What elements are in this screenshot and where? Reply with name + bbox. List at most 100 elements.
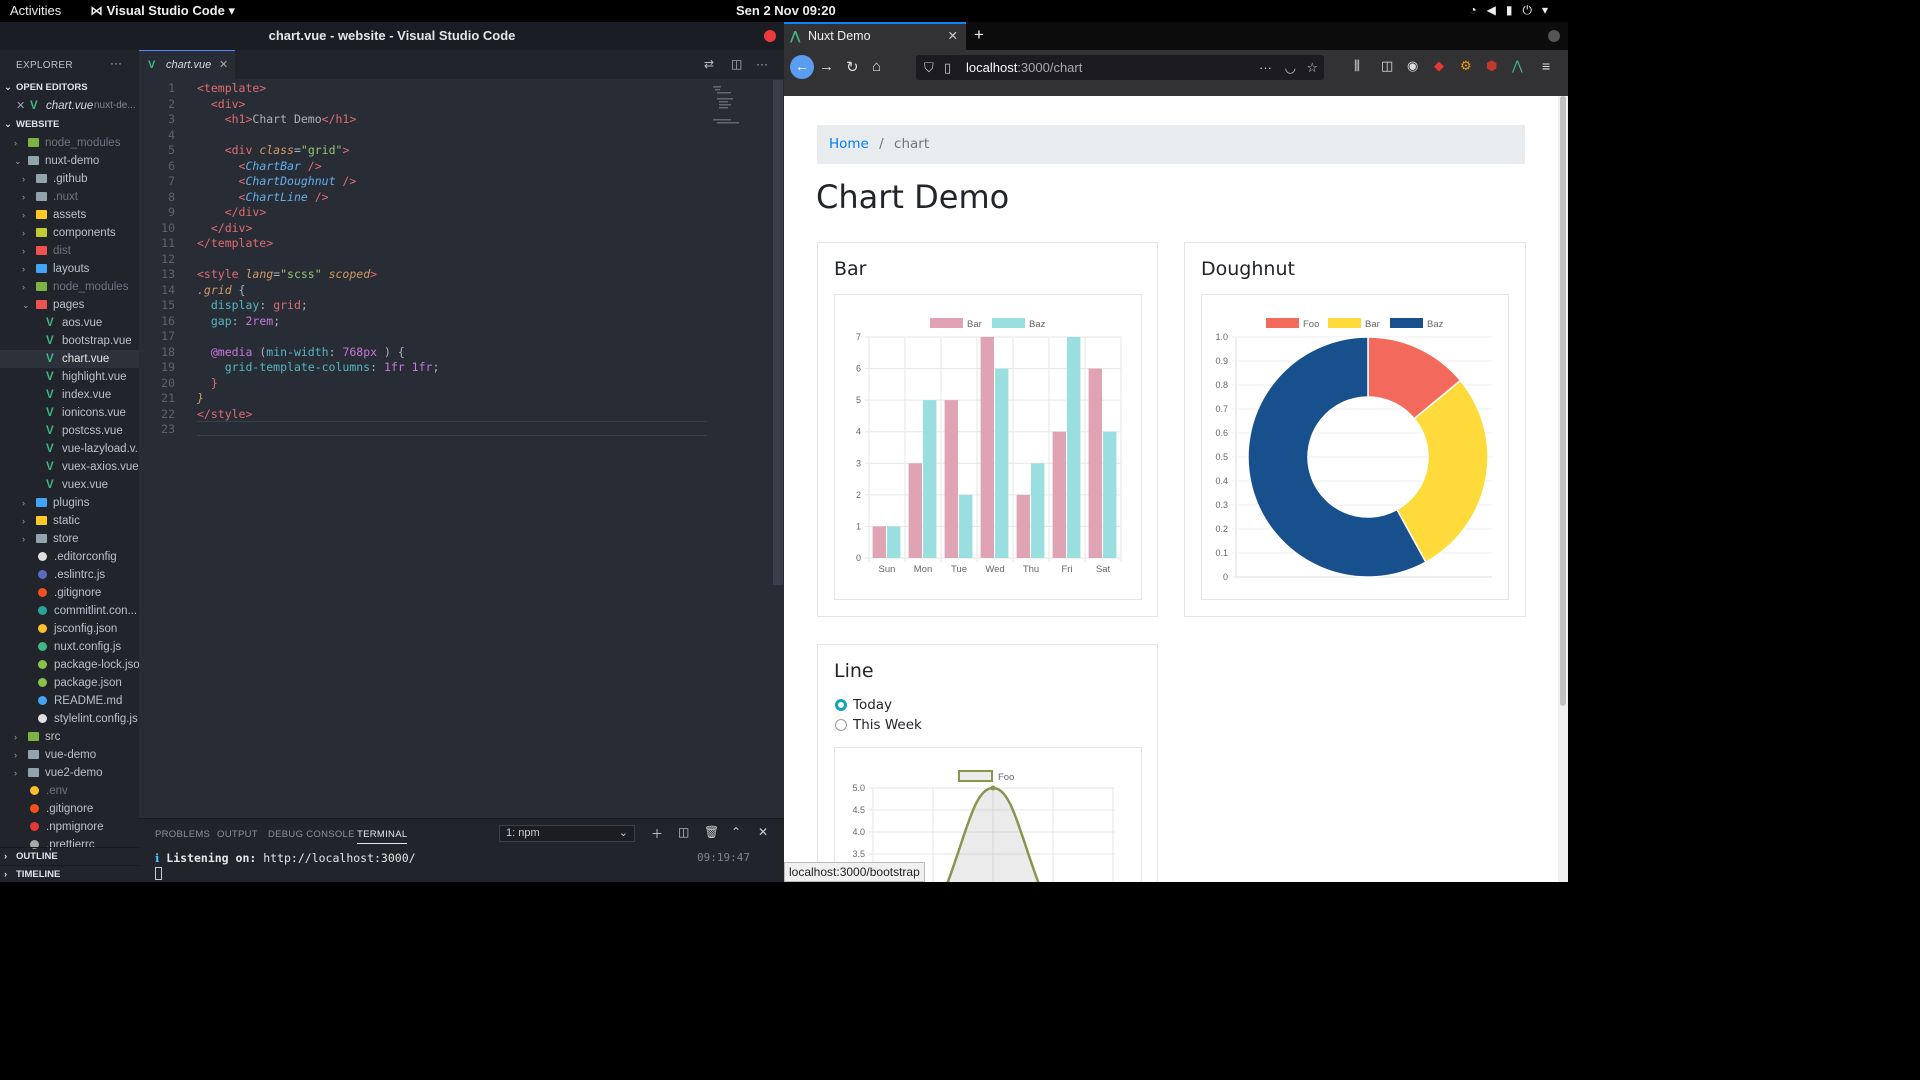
tab-problems[interactable]: PROBLEMS (155, 829, 210, 840)
website-section[interactable]: ⌄ WEBSITE (0, 116, 139, 134)
outline-section[interactable]: › OUTLINE (0, 847, 139, 865)
tree-item-vuex-axios-vue[interactable]: Vvuex-axios.vue (0, 458, 139, 476)
page-actions-icon[interactable]: ··· (1259, 55, 1272, 80)
app-menu[interactable]: ⋈ Visual Studio Code ▾ (90, 3, 235, 19)
terminal-select[interactable]: 1: npm ⌄ (499, 825, 635, 842)
shield-icon[interactable]: ⛉ (924, 55, 934, 80)
tree-item-env[interactable]: .env (0, 782, 139, 800)
radio-today[interactable]: Today (834, 697, 974, 715)
home-button[interactable]: ⌂ (872, 58, 881, 75)
tree-item-editorconfig[interactable]: .editorconfig (0, 548, 139, 566)
pocket-icon[interactable]: ◡ (1285, 55, 1296, 80)
clock[interactable]: Sen 2 Nov 09:20 (736, 3, 836, 18)
tree-item-static[interactable]: › static (0, 512, 139, 530)
close-icon[interactable]: ✕ (948, 24, 958, 49)
activities-button[interactable]: Activities (10, 3, 61, 18)
ublock-icon[interactable]: ⬢ (1486, 58, 1497, 74)
open-editors-section[interactable]: ⌄ OPEN EDITORS (0, 79, 139, 97)
trash-icon[interactable]: 🗑 (704, 825, 719, 839)
tree-item-nuxt-config-js[interactable]: nuxt.config.js (0, 638, 139, 656)
tree-item-components[interactable]: › components (0, 224, 139, 242)
timeline-section[interactable]: › TIMELINE (0, 865, 139, 882)
close-icon[interactable]: ✕ (16, 97, 25, 115)
url-bar[interactable]: ⛉ ▯ localhost:3000/chart ··· ◡ ☆ (916, 55, 1324, 80)
editor-scrollbar[interactable] (773, 80, 783, 585)
tree-item-jsconfig-json[interactable]: jsconfig.json (0, 620, 139, 638)
tab-debug-console[interactable]: DEBUG CONSOLE (268, 829, 355, 840)
tree-item-highlight-vue[interactable]: Vhighlight.vue (0, 368, 139, 386)
tab-chart-vue[interactable]: V chart.vue ✕ (139, 50, 235, 79)
tree-item-vuex-vue[interactable]: Vvuex.vue (0, 476, 139, 494)
radio-this-week[interactable]: This Week (834, 717, 974, 735)
tree-item-dist[interactable]: › dist (0, 242, 139, 260)
close-icon[interactable]: ✕ (219, 51, 228, 79)
tree-item-store[interactable]: › store (0, 530, 139, 548)
tree-item-node-modules[interactable]: › node_modules (0, 278, 139, 296)
y-tick-label: 7 (856, 332, 861, 342)
terminal-url[interactable]: http://localhost:3000/ (263, 851, 415, 865)
open-editor-item[interactable]: ✕ V chart.vue nuxt-de... (0, 97, 139, 115)
library-icon[interactable]: ⫼ (1354, 58, 1360, 74)
tree-item-vue-demo[interactable]: › vue-demo (0, 746, 139, 764)
tree-item-github[interactable]: › .github (0, 170, 139, 188)
new-terminal-icon[interactable]: ＋ (651, 825, 663, 842)
tree-item-pages[interactable]: ⌄ pages (0, 296, 139, 314)
extension-shield-icon[interactable]: ◆ (1434, 58, 1444, 74)
tree-item-index-vue[interactable]: Vindex.vue (0, 386, 139, 404)
window-close-button[interactable] (1548, 30, 1560, 42)
more-actions-icon[interactable]: ··· (110, 56, 122, 70)
tree-item-nuxt-demo[interactable]: ⌄ nuxt-demo (0, 152, 139, 170)
split-terminal-icon[interactable]: ◫ (678, 825, 689, 839)
menu-icon[interactable]: ≡ (1542, 58, 1550, 74)
bar-baz-sat (1103, 431, 1117, 558)
window-close-button[interactable] (764, 30, 776, 42)
tree-item-node-modules[interactable]: › node_modules (0, 134, 139, 152)
tab-terminal[interactable]: TERMINAL (357, 829, 408, 844)
tree-item-layouts[interactable]: › layouts (0, 260, 139, 278)
tree-item-vue2-demo[interactable]: › vue2-demo (0, 764, 139, 782)
account-icon[interactable]: ◉ (1407, 58, 1418, 74)
vue-devtools-icon[interactable]: ⋀ (1512, 58, 1523, 74)
tree-item-ionicons-vue[interactable]: Vionicons.vue (0, 404, 139, 422)
tree-item-nuxt[interactable]: › .nuxt (0, 188, 139, 206)
back-button[interactable]: ← (790, 55, 814, 79)
extension-puzzle-icon[interactable]: ⚙ (1460, 58, 1472, 74)
tree-item-postcss-vue[interactable]: Vpostcss.vue (0, 422, 139, 440)
tree-item-bootstrap-vue[interactable]: Vbootstrap.vue (0, 332, 139, 350)
more-actions-icon[interactable]: ··· (756, 57, 768, 71)
tree-item-gitignore[interactable]: .gitignore (0, 800, 139, 818)
close-icon[interactable]: ✕ (758, 825, 768, 839)
firefox-window: ⋀ Nuxt Demo ✕ + ← → ↻ ⌂ ⛉ ▯ localhost:30… (784, 22, 1568, 882)
page-scrollbar[interactable] (1558, 96, 1568, 882)
code-editor[interactable]: 1 <template> 2 <div> 3 <h1>Chart Demo</h1> 4… (139, 81, 784, 461)
breadcrumb-home-link[interactable]: Home (829, 136, 869, 152)
sidebar-icon[interactable]: ◫ (1381, 58, 1393, 74)
page-scrollbar-thumb[interactable] (1560, 96, 1566, 706)
tree-item-package-json[interactable]: package.json (0, 674, 139, 692)
tree-item-npmignore[interactable]: .npmignore (0, 818, 139, 836)
tree-item-chart-vue[interactable]: Vchart.vue (0, 350, 139, 368)
tree-item-package-lock-json[interactable]: package-lock.json (0, 656, 139, 674)
split-editor-icon[interactable]: ◫ (731, 57, 742, 71)
tree-item-label: .gitignore (46, 803, 94, 815)
tree-item-aos-vue[interactable]: Vaos.vue (0, 314, 139, 332)
forward-button[interactable]: → (819, 58, 834, 75)
system-tray[interactable]: ◔◀▮⏻▾ (1469, 3, 1558, 18)
chevron-up-icon[interactable]: ⌃ (731, 825, 741, 839)
tree-item-src[interactable]: › src (0, 728, 139, 746)
bookmark-star-icon[interactable]: ☆ (1306, 55, 1318, 80)
tab-output[interactable]: OUTPUT (217, 829, 258, 840)
open-changes-icon[interactable]: ⇄ (704, 57, 714, 71)
reload-button[interactable]: ↻ (846, 58, 859, 76)
tree-item-gitignore[interactable]: .gitignore (0, 584, 139, 602)
tree-item-stylelint-config-js[interactable]: stylelint.config.js (0, 710, 139, 728)
tab-nuxt-demo[interactable]: ⋀ Nuxt Demo ✕ (784, 22, 966, 50)
tree-item-eslintrc-js[interactable]: .eslintrc.js (0, 566, 139, 584)
tree-item-commitlint-con[interactable]: commitlint.con... (0, 602, 139, 620)
tree-item-plugins[interactable]: › plugins (0, 494, 139, 512)
new-tab-button[interactable]: + (974, 25, 984, 45)
tree-item-assets[interactable]: › assets (0, 206, 139, 224)
minimap[interactable] (713, 86, 771, 126)
tree-item-vue-lazyload-v[interactable]: Vvue-lazyload.v... (0, 440, 139, 458)
tree-item-readme-md[interactable]: README.md (0, 692, 139, 710)
